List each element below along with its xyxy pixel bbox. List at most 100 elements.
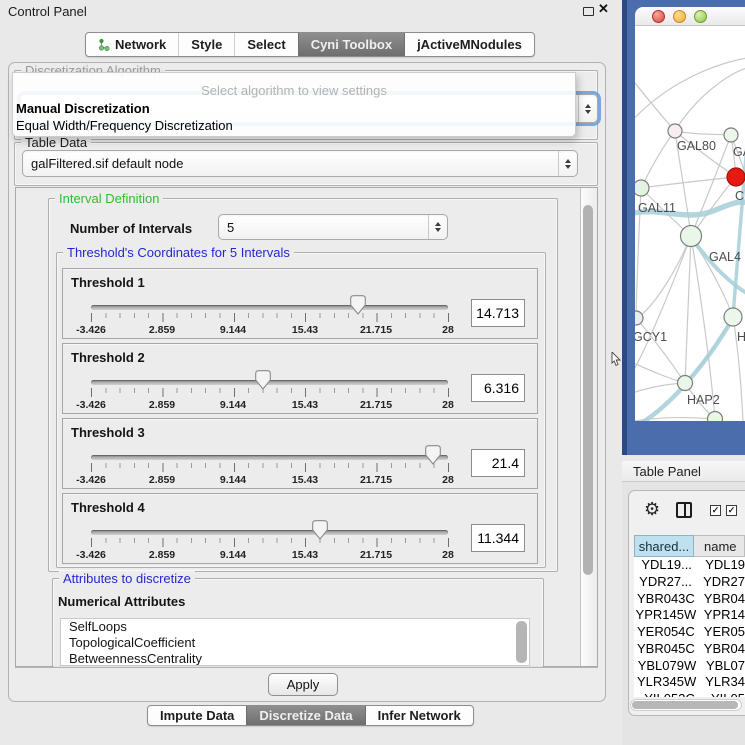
float-window-icon[interactable] xyxy=(583,7,594,16)
tab-select[interactable]: Select xyxy=(234,33,297,56)
svg-text:GCY1: GCY1 xyxy=(635,330,667,344)
node-table: shared... name YDL19...YDL19 YDR27...YDR… xyxy=(634,535,745,697)
apply-button[interactable]: Apply xyxy=(268,673,338,696)
network-node-hap2[interactable] xyxy=(678,376,693,391)
threshold-slider[interactable] xyxy=(91,455,448,460)
divider xyxy=(15,667,598,668)
network-node-gal4[interactable] xyxy=(681,226,702,247)
table-panel-title: Table Panel xyxy=(622,461,745,482)
network-canvas[interactable]: GAL80 GA C GAL11 GAL4 GCY1 H HAP2 xyxy=(635,26,745,421)
table-data-value: galFiltered.sif default node xyxy=(31,156,183,171)
svg-text:GAL4: GAL4 xyxy=(709,250,741,264)
zoom-traffic-light[interactable] xyxy=(694,10,707,23)
slider-tick-label: -3.426 xyxy=(76,549,106,561)
table-row[interactable]: YDL19...YDL19 xyxy=(634,557,745,574)
tab-infer-network[interactable]: Infer Network xyxy=(365,706,473,725)
threshold-label: Threshold 1 xyxy=(71,275,145,290)
threshold-panel: Threshold 4 -3.426 2.859 9.144 15.43 21.… xyxy=(62,493,538,564)
threshold-label: Threshold 4 xyxy=(71,500,145,515)
table-row[interactable]: YPR145WYPR14 xyxy=(634,607,745,624)
number-of-intervals-label: Number of Intervals xyxy=(70,221,192,236)
network-node[interactable] xyxy=(708,412,723,422)
table-row[interactable]: YLR345WYLR34 xyxy=(634,674,745,691)
network-node-selected-red[interactable] xyxy=(727,168,745,186)
number-of-intervals-value: 5 xyxy=(227,220,234,235)
table-row[interactable]: YBL079WYBL07 xyxy=(634,658,745,675)
screen: Control Panel ✕ Network Style Select C xyxy=(0,0,745,745)
slider-tick-label: -3.426 xyxy=(76,474,106,486)
list-item[interactable]: BetweennessCentrality xyxy=(61,651,529,666)
threshold-value-field[interactable]: 21.4 xyxy=(471,449,525,477)
panel-title: Control Panel xyxy=(8,4,87,19)
svg-text:H: H xyxy=(737,330,745,344)
combo-stepper-icon[interactable] xyxy=(558,151,577,176)
bottom-tabbar: Impute Data Discretize Data Infer Networ… xyxy=(147,705,474,726)
network-node-gcy1[interactable] xyxy=(635,311,643,325)
tab-discretize-data[interactable]: Discretize Data xyxy=(246,706,364,725)
network-node-gal11[interactable] xyxy=(635,180,649,196)
columns-icon[interactable] xyxy=(676,502,692,518)
list-item[interactable]: TopologicalCoefficient xyxy=(61,635,529,651)
tab-network[interactable]: Network xyxy=(86,33,178,56)
combo-stepper-icon[interactable] xyxy=(428,215,447,239)
menu-item-manual-discretization[interactable]: Manual Discretization xyxy=(16,101,150,116)
table-row[interactable]: YIL052CYIL05 xyxy=(634,691,745,697)
algorithm-dropdown-popup: Select algorithm to view settings Manual… xyxy=(12,72,576,137)
svg-text:C: C xyxy=(735,189,744,203)
threshold-label: Threshold 2 xyxy=(71,350,145,365)
column-header-shared-name[interactable]: shared... xyxy=(634,535,694,557)
close-traffic-light[interactable] xyxy=(652,10,665,23)
threshold-panel: Threshold 3 -3.426 2.859 9.144 15.43 21.… xyxy=(62,418,538,489)
thresholds-group-title: Threshold's Coordinates for 5 Intervals xyxy=(63,245,294,260)
list-scrollbar-thumb[interactable] xyxy=(516,621,527,663)
tab-impute-data[interactable]: Impute Data xyxy=(148,706,246,725)
table-row[interactable]: YBR043CYBR04 xyxy=(634,591,745,608)
threshold-panel: Threshold 1 -3.426 2.859 9.144 15.43 21.… xyxy=(62,268,538,339)
table-data-combobox[interactable]: galFiltered.sif default node xyxy=(22,150,578,177)
combo-stepper-icon[interactable] xyxy=(578,95,597,122)
svg-text:GA: GA xyxy=(733,145,745,159)
column-header-name[interactable]: name xyxy=(694,535,745,557)
table-row[interactable]: YDR27...YDR27 xyxy=(634,574,745,591)
checkbox-icon[interactable]: ✓ xyxy=(710,505,721,516)
minimize-traffic-light[interactable] xyxy=(673,10,686,23)
table-data-group-title: Table Data xyxy=(21,135,91,150)
network-view-window[interactable]: GAL80 GA C GAL11 GAL4 GCY1 H HAP2 xyxy=(622,0,745,455)
mouse-cursor xyxy=(611,352,623,366)
network-window-titlebar[interactable] xyxy=(635,7,745,26)
network-node-h[interactable] xyxy=(724,308,742,326)
numerical-attributes-label: Numerical Attributes xyxy=(58,594,185,609)
tab-cyni-toolbox[interactable]: Cyni Toolbox xyxy=(298,33,404,56)
svg-text:GAL80: GAL80 xyxy=(677,139,716,153)
checkbox-icon[interactable]: ✓ xyxy=(726,505,737,516)
threshold-slider[interactable] xyxy=(91,305,448,310)
table-header-row: shared... name xyxy=(634,535,745,557)
top-tabbar: Network Style Select Cyni Toolbox jActiv… xyxy=(85,32,535,57)
threshold-slider[interactable] xyxy=(91,530,448,535)
threshold-value-field[interactable]: 14.713 xyxy=(471,299,525,327)
close-icon[interactable]: ✕ xyxy=(598,1,609,17)
slider-thumb[interactable] xyxy=(255,370,271,390)
list-item[interactable]: SelfLoops xyxy=(61,619,529,635)
slider-tick-label: -3.426 xyxy=(76,324,106,336)
tab-style[interactable]: Style xyxy=(178,33,234,56)
table-row[interactable]: YER054CYER05 xyxy=(634,624,745,641)
threshold-label: Threshold 3 xyxy=(71,425,145,440)
slider-thumb[interactable] xyxy=(350,295,366,315)
tab-jactivemnodules[interactable]: jActiveMNodules xyxy=(404,33,534,56)
threshold-value-field[interactable]: 11.344 xyxy=(471,524,525,552)
table-row[interactable]: YBR045CYBR04 xyxy=(634,641,745,658)
network-node[interactable] xyxy=(724,128,738,142)
menu-item-equal-width-frequency[interactable]: Equal Width/Frequency Discretization xyxy=(16,118,233,133)
svg-text:HAP2: HAP2 xyxy=(687,393,720,407)
gear-icon[interactable]: ⚙ xyxy=(644,500,660,518)
slider-thumb[interactable] xyxy=(425,445,441,465)
network-node-gal80[interactable] xyxy=(668,124,682,138)
slider-thumb[interactable] xyxy=(312,520,328,540)
svg-text:GAL11: GAL11 xyxy=(638,201,676,215)
horizontal-scrollbar-thumb[interactable] xyxy=(632,701,738,709)
number-of-intervals-combobox[interactable]: 5 xyxy=(218,214,448,240)
vertical-scrollbar-thumb[interactable] xyxy=(583,205,593,575)
numerical-attributes-list: SelfLoops TopologicalCoefficient Between… xyxy=(60,618,530,666)
threshold-value-field[interactable]: 6.316 xyxy=(471,374,525,402)
